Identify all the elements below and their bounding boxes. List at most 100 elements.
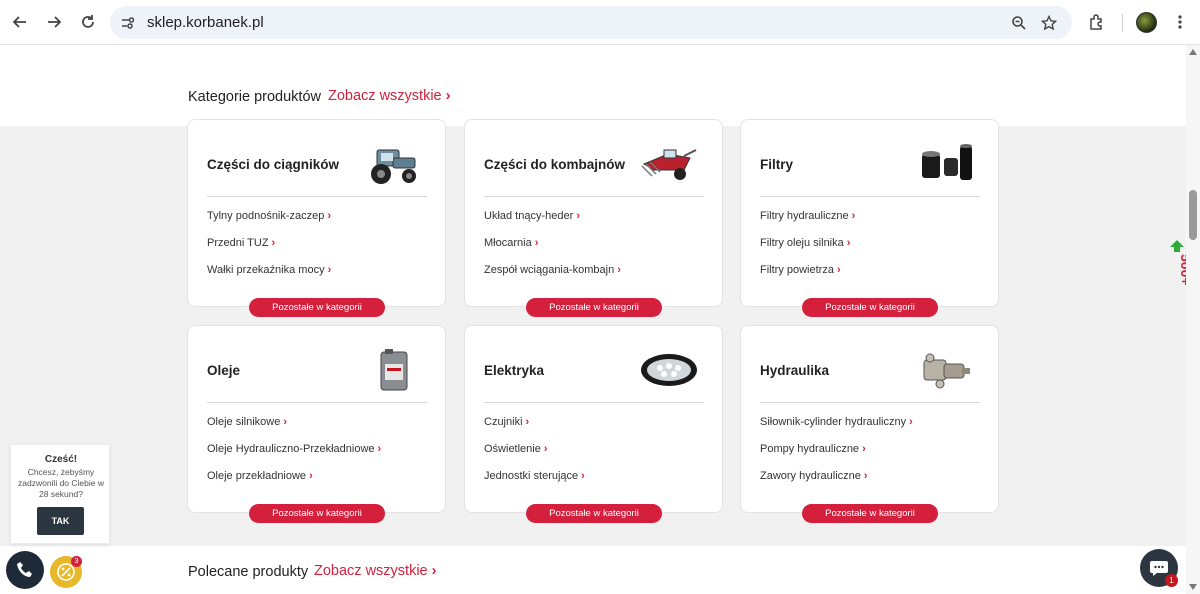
- scrollbar-thumb[interactable]: [1189, 190, 1197, 240]
- category-card-electrics[interactable]: Elektryka Czujniki › Oświetlenie › Jednost…: [464, 325, 723, 523]
- chevron-right-icon: ›: [576, 210, 580, 222]
- subcategory-link[interactable]: Oświetlenie ›: [484, 443, 548, 455]
- subcategory-label[interactable]: Pompy hydrauliczne: [760, 443, 859, 455]
- subcategory-link[interactable]: Filtry powietrza ›: [760, 264, 841, 276]
- subcategory-link[interactable]: Pompy hydrauliczne ›: [760, 443, 866, 455]
- subcategory-label[interactable]: Tylny podnośnik-zaczep: [207, 210, 324, 222]
- see-all-label[interactable]: Zobacz wszystkie: [328, 88, 442, 104]
- more-in-category-button[interactable]: Pozostałe w kategorii: [526, 298, 662, 317]
- category-card-filters[interactable]: Filtry Filtry hydrauliczne › Filtry oleju…: [740, 119, 999, 317]
- forward-arrow-icon[interactable]: [42, 10, 66, 34]
- subcategory-link[interactable]: Układ tnący-heder ›: [484, 210, 580, 222]
- zoom-out-icon[interactable]: [1010, 14, 1028, 32]
- chevron-right-icon: ›: [271, 237, 276, 249]
- subcategory-label[interactable]: Oleje silnikowe: [207, 416, 280, 428]
- category-card-combine-parts[interactable]: Części do kombajnów Układ tnący-heder › M…: [464, 119, 723, 317]
- categories-see-all-link[interactable]: Zobacz wszystkie ›: [328, 88, 450, 104]
- card-title[interactable]: Elektryka: [484, 363, 544, 378]
- card-title[interactable]: Części do ciągników: [207, 157, 339, 172]
- category-card-hydraulics[interactable]: Hydraulika Siłownik-cylinder hydrauliczn…: [740, 325, 999, 523]
- subcategory-label[interactable]: Siłownik-cylinder hydrauliczny: [760, 416, 906, 428]
- callback-yes-button[interactable]: TAK: [37, 507, 84, 535]
- subcategory-link[interactable]: Oleje przekładniowe ›: [207, 470, 313, 482]
- subcategory-label[interactable]: Zawory hydrauliczne: [760, 470, 861, 482]
- subcategory-label[interactable]: Filtry powietrza: [760, 264, 834, 276]
- chat-unread-count: 1: [1165, 574, 1178, 587]
- promo-500-tab[interactable]: 500+: [1168, 240, 1186, 302]
- work-lamp-image: [641, 354, 697, 386]
- subcategory-label[interactable]: Czujniki: [484, 416, 523, 428]
- callback-text: Chcesz, żebyśmy zadzwonili do Ciebie w 2…: [18, 467, 104, 499]
- category-card-oils[interactable]: Oleje Oleje silnikowe › Oleje Hydrauliczn…: [187, 325, 446, 523]
- subcategory-link[interactable]: Czujniki ›: [484, 416, 529, 428]
- subcategory-label[interactable]: Przedni TUZ: [207, 237, 269, 249]
- card-title[interactable]: Części do kombajnów: [484, 157, 625, 172]
- subcategory-label[interactable]: Filtry hydrauliczne: [760, 210, 849, 222]
- subcategory-link[interactable]: Tylny podnośnik-zaczep ›: [207, 210, 331, 222]
- chevron-right-icon: ›: [283, 416, 288, 428]
- combine-harvester-image: [641, 149, 697, 180]
- back-arrow-icon[interactable]: [8, 10, 32, 34]
- site-settings-icon[interactable]: [119, 14, 137, 32]
- chevron-right-icon: ›: [534, 237, 539, 249]
- address-bar[interactable]: sklep.korbanek.pl: [110, 6, 1072, 39]
- subcategory-label[interactable]: Układ tnący-heder: [484, 210, 573, 222]
- oil-canister-image: [380, 349, 408, 391]
- chevron-right-icon: ›: [327, 264, 332, 276]
- subcategory-label[interactable]: Oleje Hydrauliczno-Przekładniowe: [207, 443, 375, 455]
- subcategory-label[interactable]: Filtry oleju silnika: [760, 237, 844, 249]
- hydraulic-pump-image: [923, 353, 970, 389]
- chevron-right-icon: ›: [581, 470, 585, 482]
- subcategory-label[interactable]: Młocarnia: [484, 237, 532, 249]
- profile-avatar[interactable]: [1136, 12, 1157, 33]
- phone-call-button[interactable]: [6, 551, 44, 589]
- category-card-tractor-parts[interactable]: Części do ciągników Tylny podnośnik-zacz…: [187, 119, 446, 317]
- toolbar-divider: [1122, 14, 1123, 32]
- recommended-see-all-link[interactable]: Zobacz wszystkie ›: [314, 563, 436, 579]
- subcategory-label[interactable]: Zespół wciągania-kombajn: [484, 264, 614, 276]
- subcategory-label[interactable]: Oleje przekładniowe: [207, 470, 306, 482]
- subcategory-link[interactable]: Młocarnia ›: [484, 237, 538, 249]
- url-text[interactable]: sklep.korbanek.pl: [147, 14, 264, 31]
- reload-icon[interactable]: [76, 10, 100, 34]
- subcategory-link[interactable]: Zawory hydrauliczne ›: [760, 470, 868, 482]
- scroll-up-arrow-icon[interactable]: [1189, 49, 1197, 55]
- scrollbar-track[interactable]: [1186, 45, 1200, 594]
- chevron-right-icon: ›: [836, 264, 841, 276]
- subcategory-label[interactable]: Jednostki sterujące: [484, 470, 578, 482]
- subcategory-link[interactable]: Filtry hydrauliczne ›: [760, 210, 855, 222]
- more-in-category-button[interactable]: Pozostałe w kategorii: [802, 298, 938, 317]
- subcategory-link[interactable]: Wałki przekaźnika mocy ›: [207, 264, 331, 276]
- subcategory-link[interactable]: Zespół wciągania-kombajn ›: [484, 264, 621, 276]
- callback-widget: Cześć! Chcesz, żebyśmy zadzwonili do Cie…: [10, 444, 110, 544]
- more-in-category-button[interactable]: Pozostałe w kategorii: [249, 298, 385, 317]
- chevron-right-icon: ›: [846, 237, 851, 249]
- card-title[interactable]: Filtry: [760, 157, 793, 172]
- more-in-category-button[interactable]: Pozostałe w kategorii: [249, 504, 385, 523]
- star-icon[interactable]: [1040, 14, 1058, 32]
- subcategory-link[interactable]: Oleje silnikowe ›: [207, 416, 287, 428]
- card-title[interactable]: Oleje: [207, 363, 240, 378]
- chevron-right-icon: ›: [309, 470, 313, 482]
- subcategory-label[interactable]: Wałki przekaźnika mocy: [207, 264, 325, 276]
- subcategory-link[interactable]: Jednostki sterujące ›: [484, 470, 585, 482]
- menu-dots-icon[interactable]: [1168, 10, 1192, 34]
- callback-heading: Cześć!: [44, 454, 78, 465]
- subcategory-link[interactable]: Przedni TUZ ›: [207, 237, 275, 249]
- scroll-down-arrow-icon[interactable]: [1189, 584, 1197, 590]
- subcategory-link[interactable]: Siłownik-cylinder hydrauliczny ›: [760, 416, 913, 428]
- subcategory-label[interactable]: Oświetlenie: [484, 443, 541, 455]
- more-in-category-button[interactable]: Pozostałe w kategorii: [802, 504, 938, 523]
- see-all-label[interactable]: Zobacz wszystkie: [314, 563, 428, 579]
- card-divider: [207, 402, 427, 403]
- recommended-heading: Polecane produkty: [188, 564, 309, 580]
- badge-count: 3: [71, 556, 82, 567]
- subcategory-link[interactable]: Filtry oleju silnika ›: [760, 237, 850, 249]
- extensions-icon[interactable]: [1085, 10, 1109, 34]
- chevron-right-icon: ›: [909, 416, 913, 428]
- chevron-right-icon: ›: [617, 264, 621, 276]
- subcategory-link[interactable]: Oleje Hydrauliczno-Przekładniowe ›: [207, 443, 381, 455]
- card-title[interactable]: Hydraulika: [760, 363, 829, 378]
- chevron-right-icon: ›: [543, 443, 548, 455]
- more-in-category-button[interactable]: Pozostałe w kategorii: [526, 504, 662, 523]
